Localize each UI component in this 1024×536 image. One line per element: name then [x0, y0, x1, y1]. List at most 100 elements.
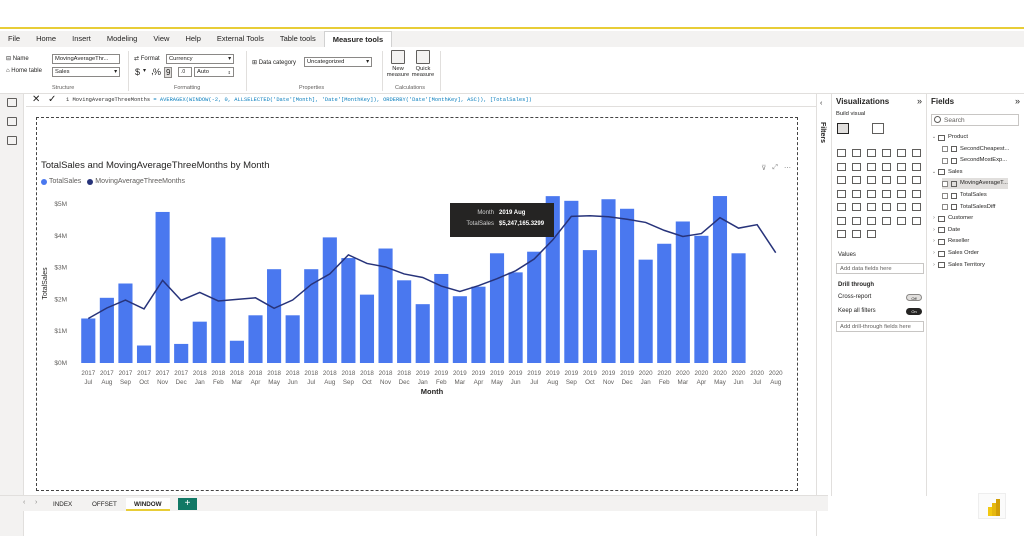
visual-type-icon[interactable] [837, 203, 846, 211]
chevron-down-icon[interactable]: ⌄ [931, 132, 937, 143]
visual-type-icon[interactable] [867, 230, 876, 238]
visual-type-icon[interactable] [912, 162, 921, 171]
new-measure-button[interactable]: New measure [385, 50, 411, 78]
tab-insert[interactable]: Insert [64, 31, 99, 47]
visual-type-icon[interactable] [882, 189, 891, 198]
page-tab-offset[interactable]: OFFSET [84, 498, 125, 511]
add-page-button[interactable]: + [178, 498, 197, 510]
visual-type-icon[interactable] [912, 203, 921, 211]
visual-type-icon[interactable] [867, 216, 876, 225]
currency-dropdown-icon[interactable]: ▾ [143, 67, 146, 74]
model-view-icon[interactable] [7, 136, 17, 145]
home-table-select[interactable]: Sales ▾ [52, 67, 120, 77]
percent-button[interactable]: % [153, 67, 161, 77]
keep-all-filters-toggle[interactable]: On [906, 308, 922, 315]
tab-file[interactable]: File [0, 31, 28, 47]
visual-type-icon[interactable] [867, 162, 876, 171]
field-checkbox[interactable] [942, 146, 948, 153]
visual-type-icon[interactable] [867, 189, 876, 198]
tab-help[interactable]: Help [177, 31, 208, 47]
visual-type-icon[interactable] [852, 230, 861, 238]
visual-type-icon[interactable] [852, 149, 861, 157]
field-measure-row[interactable]: TotalSales [942, 190, 987, 201]
currency-button[interactable]: $ [135, 67, 140, 77]
visual-type-icon[interactable] [852, 216, 861, 225]
chevron-right-icon[interactable]: › [931, 236, 937, 247]
tab-table-tools[interactable]: Table tools [272, 31, 324, 47]
visual-type-icon[interactable] [852, 176, 861, 184]
visual-type-icon[interactable] [852, 203, 861, 211]
tab-home[interactable]: Home [28, 31, 64, 47]
quick-measure-button[interactable]: Quick measure [410, 50, 436, 78]
legend-label-moving-average[interactable]: MovingAverageThreeMonths [95, 178, 185, 185]
visual-type-icon[interactable] [897, 189, 906, 198]
formula-input[interactable]: 1 MovingAverageThreeMonths = AVERAGEX(WI… [66, 94, 806, 106]
more-options-icon[interactable]: ⋯ [784, 164, 791, 172]
visual-type-icon[interactable] [882, 162, 891, 171]
collapse-icon[interactable]: » [917, 96, 922, 106]
visual-type-icon[interactable] [867, 203, 876, 211]
tab-measure-tools[interactable]: Measure tools [323, 31, 393, 47]
page-tab-window[interactable]: WINDOW [126, 498, 170, 511]
visual-type-icon[interactable] [912, 216, 921, 225]
combo-chart-visual[interactable]: $0M $1M $2M $3M $4M $5M TotalSales 2017 Jul 2017 A… [36, 117, 798, 491]
visual-type-icon[interactable] [867, 149, 876, 157]
field-table-row[interactable]: › Sales Order [931, 248, 979, 259]
next-page-icon[interactable]: › [35, 499, 37, 506]
decimal-places-input[interactable]: Auto ⇕ [194, 67, 234, 77]
visual-type-icon[interactable] [897, 216, 906, 225]
chevron-down-icon[interactable]: ⌄ [931, 167, 937, 178]
build-visual-icon[interactable] [837, 123, 849, 134]
visual-type-icon[interactable] [867, 176, 876, 184]
chevron-right-icon[interactable]: › [931, 248, 937, 259]
field-checkbox[interactable] [942, 180, 948, 187]
visual-type-icon[interactable] [837, 176, 846, 184]
visual-type-icon[interactable] [882, 216, 891, 225]
collapse-icon[interactable]: » [1015, 96, 1020, 106]
visual-type-icon[interactable] [852, 162, 861, 171]
field-table-row[interactable]: ⌄ Product [931, 132, 968, 143]
filters-pane-collapsed[interactable]: ‹ Filters [816, 94, 830, 536]
data-category-select[interactable]: Uncategorized ▾ [304, 57, 372, 67]
visual-type-icon[interactable] [882, 203, 891, 211]
field-table-row[interactable]: › Sales Territory [931, 260, 985, 271]
report-view-icon[interactable] [7, 98, 17, 107]
focus-mode-icon[interactable]: ⤢ [772, 164, 778, 172]
tab-external-tools[interactable]: External Tools [209, 31, 272, 47]
field-checkbox[interactable] [942, 192, 948, 199]
decimal-button[interactable]: 9 [164, 67, 173, 78]
page-tab-index[interactable]: INDEX [45, 498, 80, 511]
chevron-right-icon[interactable]: › [931, 213, 937, 224]
search-input[interactable]: Search [931, 114, 1019, 126]
filter-icon[interactable]: ⊽ [761, 164, 766, 172]
tab-view[interactable]: View [145, 31, 177, 47]
visual-type-icon[interactable] [852, 189, 861, 198]
tab-modeling[interactable]: Modeling [99, 31, 145, 47]
prev-page-icon[interactable]: ‹ [23, 499, 25, 506]
visual-type-icon[interactable] [882, 149, 891, 157]
field-table-row[interactable]: › Date [931, 225, 960, 236]
values-drop-zone[interactable]: Add data fields here [836, 263, 924, 274]
drill-through-drop-zone[interactable]: Add drill-through fields here [836, 321, 924, 332]
visual-type-icon[interactable] [882, 176, 891, 184]
field-measure-row[interactable]: SecondMostExp... [942, 155, 1007, 166]
field-checkbox[interactable] [942, 204, 948, 211]
visual-type-icon[interactable] [837, 216, 846, 225]
visual-type-icon[interactable] [897, 149, 906, 157]
visual-type-icon[interactable] [912, 149, 921, 157]
visual-type-icon[interactable] [897, 162, 906, 171]
chevron-right-icon[interactable]: › [931, 260, 937, 271]
visual-type-icon[interactable] [897, 176, 906, 184]
visual-type-icon[interactable] [912, 176, 921, 184]
field-table-row[interactable]: › Reseller [931, 236, 969, 247]
visual-type-icon[interactable] [912, 189, 921, 198]
visual-type-icon[interactable] [837, 162, 846, 171]
visual-type-icon[interactable] [837, 230, 846, 238]
visual-type-icon[interactable] [837, 149, 846, 157]
legend-label-totalsales[interactable]: TotalSales [49, 178, 81, 185]
cancel-formula-icon[interactable]: ✕ [32, 94, 40, 106]
format-visual-icon[interactable] [872, 123, 884, 134]
field-measure-row[interactable]: TotalSalesDiff [942, 202, 995, 213]
field-measure-row[interactable]: SecondCheapest... [942, 144, 1009, 155]
commit-formula-icon[interactable]: ✓ [48, 94, 56, 106]
